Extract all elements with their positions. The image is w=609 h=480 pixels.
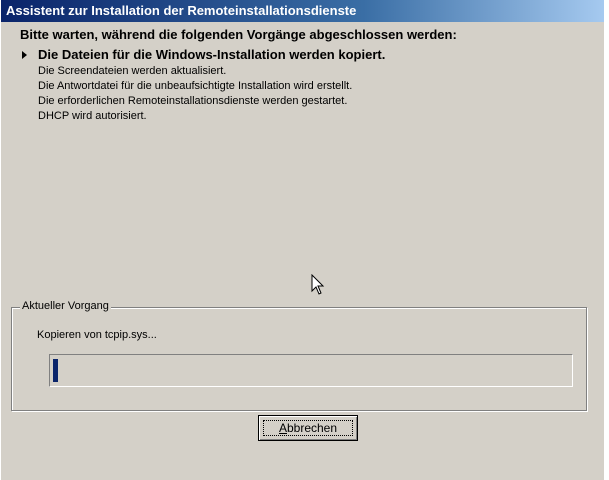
progress-bar [49, 354, 573, 387]
mouse-cursor-icon [311, 274, 325, 295]
wait-heading: Bitte warten, während die folgenden Vorg… [20, 27, 457, 42]
group-label: Aktueller Vorgang [20, 300, 111, 312]
window-edge [604, 0, 609, 480]
task-label: Die Antwortdatei für die unbeaufsichtigt… [38, 80, 353, 92]
task-item-copy-files: Die Dateien für die Windows-Installation… [22, 46, 385, 64]
task-label: Die Screendateien werden aktualisiert. [38, 65, 227, 77]
cancel-button-label: Abbrechen [278, 421, 338, 435]
task-item-start-services: Die erforderlichen Remoteinstallationsdi… [22, 94, 385, 109]
task-list: Die Dateien für die Windows-Installation… [22, 46, 385, 124]
task-label: Die Dateien für die Windows-Installation… [38, 47, 386, 62]
window-title: Assistent zur Installation der Remoteins… [1, 0, 605, 22]
task-item-update-screens: Die Screendateien werden aktualisiert. [22, 64, 385, 79]
current-operation-status: Kopieren von tcpip.sys... [37, 329, 157, 341]
task-label: Die erforderlichen Remoteinstallationsdi… [38, 95, 348, 107]
task-label: DHCP wird autorisiert. [38, 110, 147, 122]
task-item-authorize-dhcp: DHCP wird autorisiert. [22, 109, 385, 124]
arrow-right-icon [22, 51, 27, 59]
task-item-create-answer-file: Die Antwortdatei für die unbeaufsichtigt… [22, 79, 385, 94]
cancel-button[interactable]: Abbrechen [258, 415, 358, 441]
installation-wizard-window: Assistent zur Installation der Remoteins… [0, 0, 605, 480]
progress-fill [53, 359, 58, 382]
